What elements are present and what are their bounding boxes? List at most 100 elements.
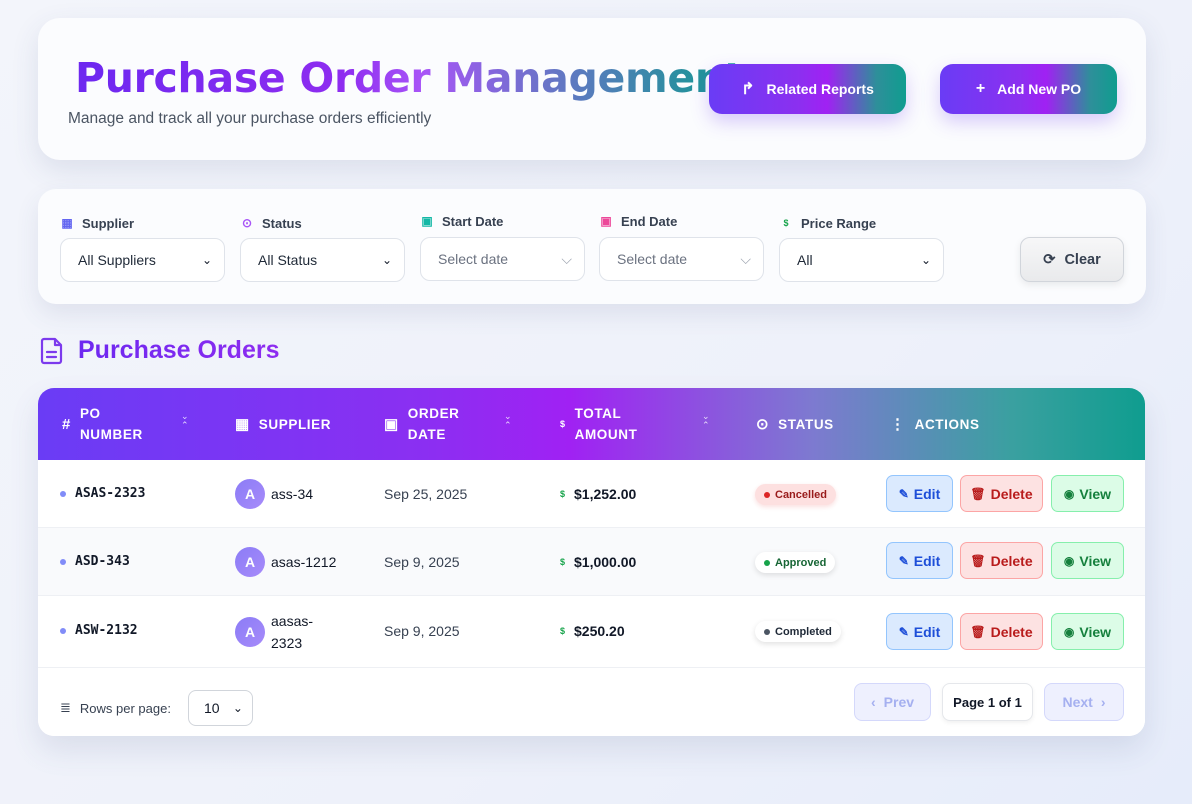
column-status: ⊙ STATUS [756, 388, 834, 460]
edit-button[interactable]: ✎ Edit [886, 613, 953, 650]
rows-per-page-label: Rows per page: [79, 700, 171, 716]
supplier-cell: A asas-1212 [235, 547, 336, 577]
status-filter: ⊙ Status All Status ⌄ [240, 214, 405, 282]
sort-icon[interactable]: ⌄ ⌃ [702, 412, 710, 430]
status-badge: Approved [755, 552, 836, 573]
dollar-icon: $ [560, 557, 566, 567]
add-new-po-button[interactable]: + Add New PO [940, 64, 1117, 114]
amount-header-line2: AMOUNT [574, 427, 638, 442]
date-header-line1: ORDER [407, 406, 460, 421]
check-circle-icon: ⊙ [756, 415, 770, 433]
table-row: ASW-2132 A aasas- 2323 Sep 9, 2025 $ $25… [38, 596, 1145, 668]
delete-label: Delete [990, 485, 1033, 502]
clear-label: Clear [1064, 251, 1101, 268]
document-icon [40, 337, 63, 364]
status-select-value: All Status [258, 252, 318, 268]
edit-icon: ✎ [898, 553, 909, 568]
bullet-dot [60, 627, 66, 634]
po-number: ASAS-2323 [75, 486, 146, 501]
start-date-label: Start Date [442, 213, 504, 229]
delete-button[interactable]: 🗑 Delete [960, 475, 1043, 512]
clear-filters-button[interactable]: ⟳ Clear [1020, 237, 1124, 282]
more-vertical-icon: ⋮ [890, 415, 906, 433]
edit-button[interactable]: ✎ Edit [886, 475, 953, 512]
supplier-select-value: All Suppliers [78, 252, 156, 268]
view-button[interactable]: ◉ View [1051, 542, 1124, 579]
status-label: Cancelled [775, 488, 827, 501]
edit-icon: ✎ [898, 486, 909, 501]
price-range-select[interactable]: All ⌄ [779, 238, 944, 282]
status-filter-label: Status [262, 215, 302, 231]
page-title: Purchase Order Management [75, 54, 744, 102]
column-supplier: ▦ SUPPLIER [235, 388, 331, 460]
section-title: Purchase Orders [78, 336, 280, 364]
rows-per-page-select[interactable]: 10 ⌄ [187, 690, 253, 726]
bullet-dot [60, 490, 66, 497]
order-date: Sep 25, 2025 [384, 486, 468, 502]
view-button[interactable]: ◉ View [1051, 613, 1124, 650]
order-date: Sep 9, 2025 [384, 623, 460, 639]
supplier-cell: A ass-34 [235, 479, 313, 509]
related-reports-button[interactable]: ↱ Related Reports [709, 64, 906, 114]
po-header-line2: NUMBER [79, 427, 143, 442]
filter-panel: ▦ Supplier All Suppliers ⌄ ⊙ Status All … [38, 189, 1146, 304]
status-cell: Cancelled [755, 484, 836, 505]
delete-button[interactable]: 🗑 Delete [960, 613, 1043, 650]
edit-icon: ✎ [898, 624, 909, 639]
supplier-filter: ▦ Supplier All Suppliers ⌄ [60, 214, 225, 282]
status-cell: Approved [755, 552, 836, 573]
chevron-right-icon: › [1100, 694, 1106, 710]
building-icon: ▦ [61, 216, 73, 230]
column-order-date[interactable]: ▣ ORDER DATE [384, 388, 460, 460]
trash-icon: 🗑 [970, 486, 986, 501]
start-date-picker[interactable]: Select date ⌵ [420, 237, 585, 281]
eye-icon: ◉ [1063, 486, 1075, 501]
table-row: ASAS-2323 A ass-34 Sep 25, 2025 $ $1,252… [38, 460, 1145, 528]
status-cell: Completed [755, 621, 841, 642]
prev-page-button[interactable]: ‹ Prev [854, 683, 931, 721]
supplier-select[interactable]: All Suppliers ⌄ [60, 238, 225, 282]
end-date-picker[interactable]: Select date ⌵ [599, 237, 764, 281]
column-total-amount[interactable]: $ TOTAL AMOUNT [560, 388, 637, 460]
po-number-cell: ASW-2132 [60, 623, 138, 638]
status-dot [764, 559, 770, 566]
calendar-icon: ▣ [421, 214, 433, 228]
purchase-orders-table: # PO NUMBER ⌄ ⌃ ▦ SUPPLIER ▣ ORDER DATE ⌄… [38, 388, 1145, 736]
edit-button[interactable]: ✎ Edit [886, 542, 953, 579]
column-actions: ⋮ ACTIONS [890, 388, 980, 460]
refresh-icon: ⟳ [1043, 251, 1056, 268]
date-header-line2: DATE [407, 427, 446, 442]
po-number: ASD-343 [75, 554, 130, 569]
po-number: ASW-2132 [75, 623, 138, 638]
chevron-down-icon: ⌵ [740, 250, 751, 267]
sort-icon[interactable]: ⌄ ⌃ [504, 412, 512, 430]
hash-icon: # [62, 415, 71, 433]
status-label: Approved [775, 556, 827, 569]
dollar-icon: $ [783, 218, 789, 228]
building-icon: ▦ [235, 415, 250, 433]
delete-button[interactable]: 🗑 Delete [960, 542, 1043, 579]
column-po-number[interactable]: # PO NUMBER [62, 388, 143, 460]
end-date-label: End Date [621, 213, 678, 229]
next-page-button[interactable]: Next › [1044, 683, 1124, 721]
status-dot [764, 491, 770, 498]
status-dot [764, 628, 770, 635]
view-button[interactable]: ◉ View [1051, 475, 1124, 512]
next-label: Next [1062, 694, 1093, 710]
chevron-down-icon: ⌵ [561, 250, 572, 267]
delete-label: Delete [990, 623, 1033, 640]
rows-per-page: ≣ Rows per page: 10 ⌄ [60, 690, 253, 726]
chevron-down-icon: ⌄ [201, 253, 212, 267]
trash-icon: 🗑 [970, 553, 986, 568]
end-date-filter: ▣ End Date Select date ⌵ [599, 212, 764, 281]
supplier-name: aasas- 2323 [271, 613, 314, 651]
sort-icon[interactable]: ⌄ ⌃ [181, 412, 189, 430]
amount-header-line1: TOTAL [574, 406, 622, 421]
end-date-placeholder: Select date [617, 251, 688, 267]
edit-label: Edit [913, 552, 941, 569]
amount-cell: $ $1,252.00 [560, 486, 636, 502]
section-header: Purchase Orders [40, 336, 280, 365]
status-select[interactable]: All Status ⌄ [240, 238, 405, 282]
plus-icon: + [975, 80, 986, 97]
add-new-po-label: Add New PO [997, 81, 1082, 97]
